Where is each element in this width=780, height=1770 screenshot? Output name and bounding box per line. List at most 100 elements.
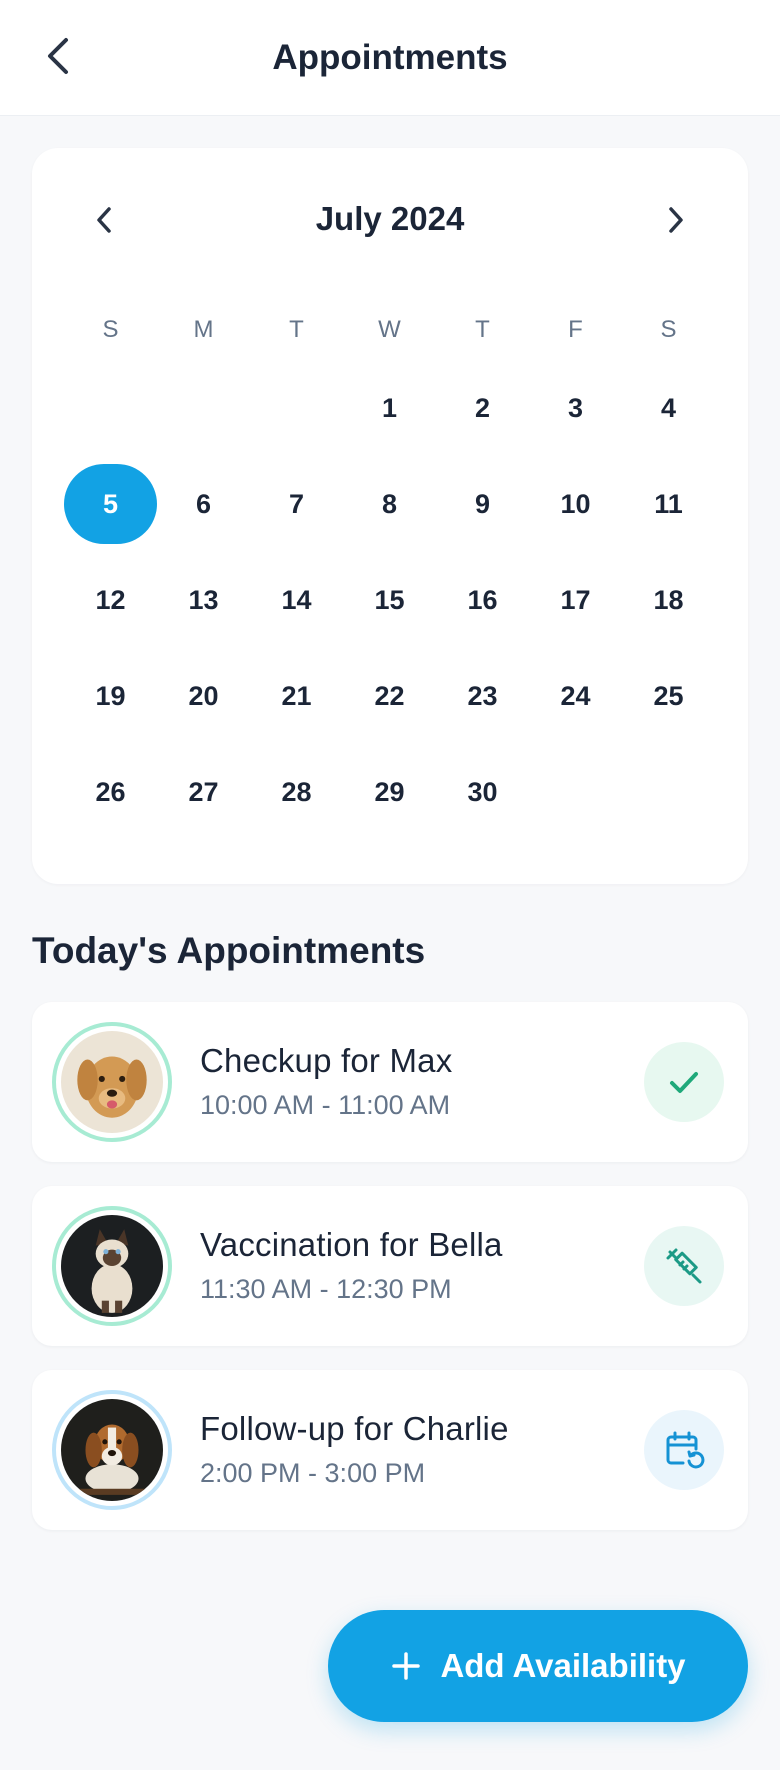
golden-retriever-photo (61, 1031, 163, 1133)
calendar-day-number: 23 (467, 680, 498, 711)
add-availability-label: Add Availability (440, 1647, 686, 1684)
calendar-day-number: 9 (474, 488, 491, 519)
calendar-empty-cell (529, 744, 622, 840)
calendar-reschedule-icon (666, 1431, 705, 1469)
calendar-day-number: 4 (660, 392, 677, 423)
calendar-day[interactable]: 15 (343, 552, 436, 648)
appointment-time: 11:30 AM - 12:30 PM (200, 1274, 452, 1304)
calendar-day-number: 16 (467, 584, 498, 615)
calendar-week-row: 1 2 3 4 (64, 360, 715, 456)
weekday-label: T (475, 316, 490, 343)
weekday-label: W (378, 316, 401, 343)
calendar-day[interactable]: 1 (343, 360, 436, 456)
calendar-day[interactable]: 22 (343, 648, 436, 744)
check-icon (670, 1072, 698, 1093)
status-button[interactable] (644, 1410, 724, 1490)
avatar (52, 1390, 172, 1510)
avatar (52, 1206, 172, 1326)
calendar-day[interactable]: 7 (250, 456, 343, 552)
calendar-weeks: 1 2 3 4 5 6 7 8 9 10 11 12 13 14 15 16 17 18 19 20 21 22 23 24 2… (64, 360, 715, 840)
month-label: July 2024 (315, 200, 465, 237)
calendar-day-number: 30 (467, 776, 498, 807)
appointment-card[interactable]: Checkup for Max 10:00 AM - 11:00 AM (32, 1002, 748, 1162)
calendar-day[interactable]: 6 (157, 456, 250, 552)
calendar-day[interactable]: 29 (343, 744, 436, 840)
calendar-day[interactable]: 12 (64, 552, 157, 648)
siamese-cat-photo (61, 1215, 163, 1317)
chevron-right-icon (669, 207, 683, 233)
calendar-day-number: 19 (95, 680, 126, 711)
calendar-day-number: 26 (95, 776, 126, 807)
calendar-day[interactable]: 28 (250, 744, 343, 840)
calendar-day-number: 17 (560, 584, 591, 615)
calendar-day-number: 11 (654, 488, 683, 519)
calendar-day[interactable]: 25 (622, 648, 715, 744)
calendar-day[interactable]: 14 (250, 552, 343, 648)
calendar-day-number: 10 (560, 488, 591, 519)
calendar-day[interactable]: 16 (436, 552, 529, 648)
calendar-day[interactable]: 11 (622, 456, 715, 552)
calendar-day-number: 2 (474, 392, 491, 423)
calendar-empty-cell (157, 360, 250, 456)
appointment-card[interactable]: Vaccination for Bella 11:30 AM - 12:30 P… (32, 1186, 748, 1346)
page-title: Appointments (272, 38, 508, 77)
appointment-title: Vaccination for Bella (200, 1226, 503, 1263)
appointment-time: 10:00 AM - 11:00 AM (200, 1090, 451, 1120)
calendar-week-row: 12 13 14 15 16 17 18 (64, 552, 715, 648)
calendar-day[interactable]: 18 (622, 552, 715, 648)
calendar-day[interactable]: 30 (436, 744, 529, 840)
appointment-card[interactable]: Follow-up for Charlie 2:00 PM - 3:00 PM (32, 1370, 748, 1530)
calendar-day-number: 6 (195, 488, 212, 519)
calendar-day-number: 18 (653, 584, 684, 615)
calendar-day-number: 21 (281, 680, 312, 711)
calendar-day[interactable]: 26 (64, 744, 157, 840)
weekday-label: F (568, 316, 583, 343)
calendar-day[interactable]: 17 (529, 552, 622, 648)
calendar-day-number: 28 (281, 776, 312, 807)
calendar-day[interactable]: 21 (250, 648, 343, 744)
calendar-day-number: 5 (64, 464, 157, 544)
status-button[interactable] (644, 1226, 724, 1306)
appointment-time: 2:00 PM - 3:00 PM (200, 1458, 426, 1488)
calendar-day[interactable]: 4 (622, 360, 715, 456)
calendar-day[interactable]: 23 (436, 648, 529, 744)
calendar-day-number: 24 (560, 680, 591, 711)
add-availability-button[interactable]: Add Availability (328, 1610, 748, 1722)
app-bar: Appointments (0, 0, 780, 116)
next-month-button[interactable] (654, 190, 698, 250)
calendar-empty-cell (622, 744, 715, 840)
calendar-day-number: 7 (288, 488, 305, 519)
appointment-title: Follow-up for Charlie (200, 1410, 509, 1447)
calendar-day-number: 3 (567, 392, 584, 423)
calendar-day[interactable]: 8 (343, 456, 436, 552)
status-button[interactable] (644, 1042, 724, 1122)
calendar-day-number: 22 (374, 680, 405, 711)
calendar-day-number: 15 (374, 584, 405, 615)
syringe-icon (666, 1248, 702, 1284)
beagle-photo (61, 1399, 163, 1501)
calendar-day[interactable]: 24 (529, 648, 622, 744)
calendar-day[interactable]: 9 (436, 456, 529, 552)
prev-month-button[interactable] (82, 190, 126, 250)
calendar-day[interactable]: 3 (529, 360, 622, 456)
weekday-label: S (660, 316, 677, 343)
calendar-week-row: 26 27 28 29 30 (64, 744, 715, 840)
calendar-empty-cell (64, 360, 157, 456)
appointment-title: Checkup for Max (200, 1042, 453, 1079)
calendar-day-number: 27 (188, 776, 219, 807)
calendar-day-number: 1 (381, 392, 398, 423)
calendar-day-number: 13 (188, 584, 219, 615)
calendar-day-number: 29 (374, 776, 405, 807)
calendar-day[interactable]: 10 (529, 456, 622, 552)
calendar-day-selected[interactable]: 5 (64, 456, 157, 552)
calendar-day[interactable]: 2 (436, 360, 529, 456)
calendar-day-number: 20 (188, 680, 219, 711)
calendar-day[interactable]: 20 (157, 648, 250, 744)
calendar-day[interactable]: 27 (157, 744, 250, 840)
calendar-day[interactable]: 19 (64, 648, 157, 744)
weekday-row: S M T W T F S (64, 300, 715, 360)
chevron-left-icon (97, 207, 111, 233)
calendar-week-row: 5 6 7 8 9 10 11 (64, 456, 715, 552)
calendar-day-number: 8 (381, 488, 398, 519)
calendar-day[interactable]: 13 (157, 552, 250, 648)
